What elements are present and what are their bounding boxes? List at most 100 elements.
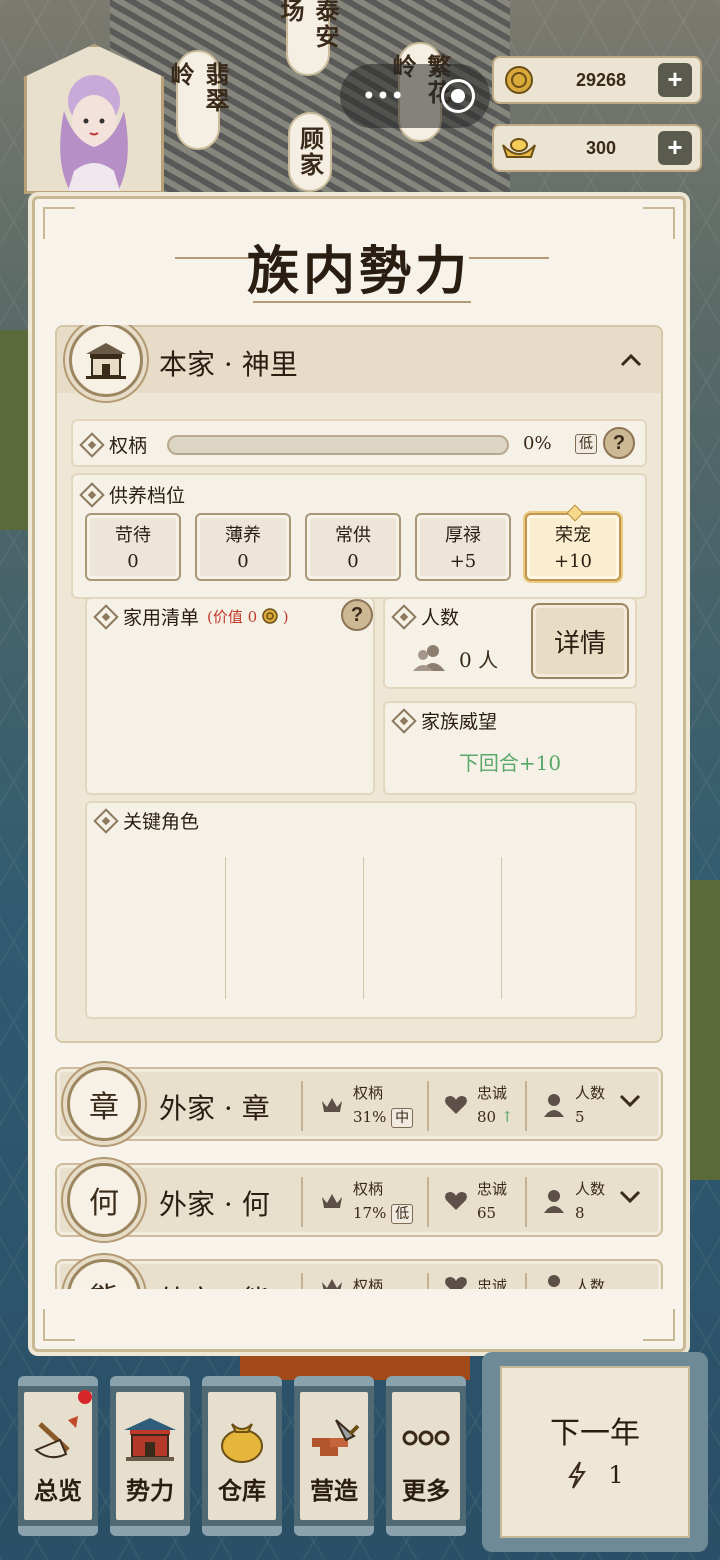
external-family-row[interactable]: 何 外家 · 何 权柄 17% 低 忠诚 65 人数 8	[55, 1163, 663, 1237]
external-family-row[interactable]: 章 外家 · 章 权柄 31% 中 忠诚 80 ↑ 人数 5	[55, 1067, 663, 1141]
coin-counter: 29268 +	[492, 56, 702, 104]
tier-button-favored[interactable]: 荣宠 +10	[525, 504, 621, 581]
loyalty-stat: 忠诚 80 ↑	[443, 1081, 513, 1129]
trowel-icon	[312, 1419, 360, 1456]
headcount-section: 人数 0 人 详情	[383, 597, 637, 689]
diamond-icon	[391, 707, 417, 734]
clan-power-panel: 族内勢力 本家 · 神里 权柄 0% 低 ? 供养档位 苛待 0 薄养 0 常供…	[32, 196, 686, 1352]
main-family-header[interactable]: 本家 · 神里	[57, 325, 661, 397]
tier-button-meager[interactable]: 薄养 0	[195, 513, 291, 581]
household-label-text: 家用清单	[123, 607, 200, 629]
diamond-icon	[79, 481, 105, 508]
nav-warehouse-label: 仓库	[218, 1476, 266, 1505]
power-help-button[interactable]: ?	[603, 427, 635, 459]
next-year-button[interactable]: 下一年 1	[482, 1352, 708, 1552]
next-year-scroll: 下一年 1	[500, 1366, 690, 1538]
panel-title: 族内勢力	[246, 241, 471, 302]
household-list-label: 家用清单 (价值 0 )	[93, 603, 289, 630]
power-level-badge: 低	[575, 433, 597, 454]
corner-ornament	[643, 1309, 675, 1341]
tier-button-harsh[interactable]: 苛待 0	[85, 513, 181, 581]
count-stat: 人数	[541, 1273, 605, 1289]
place-label-feicui[interactable]: 翡翠岭	[166, 50, 230, 150]
divider	[427, 1081, 429, 1131]
divider	[427, 1273, 429, 1289]
add-ingots-button[interactable]: +	[658, 131, 692, 165]
next-year-label: 下一年	[550, 1416, 640, 1451]
nav-more-inner: 更多	[392, 1392, 460, 1520]
chevron-up-icon[interactable]	[619, 345, 643, 375]
power-stat: 权柄 31% 中	[319, 1081, 414, 1129]
external-family-name: 外家 · 何	[159, 1188, 270, 1221]
portrait-icon	[60, 75, 128, 191]
prestige-label-text: 家族威望	[421, 711, 498, 733]
nav-build-label: 营造	[310, 1476, 358, 1505]
power-stat: 权柄 17% 低	[319, 1177, 414, 1225]
title-divider	[253, 301, 471, 303]
person-icon	[541, 1273, 567, 1289]
brush-icon	[34, 1416, 78, 1459]
prestige-section: 家族威望 下回合+10	[383, 701, 637, 795]
person-icon	[541, 1188, 567, 1214]
nav-build-button[interactable]: 营造	[294, 1376, 374, 1536]
chevron-down-icon[interactable]	[619, 1185, 641, 1210]
nav-warehouse-button[interactable]: 仓库	[202, 1376, 282, 1536]
nav-more-button[interactable]: 更多	[386, 1376, 466, 1536]
place-label-taian[interactable]: 泰安场	[276, 0, 340, 76]
count-stat: 人数 8	[541, 1177, 605, 1225]
add-coins-button[interactable]: +	[658, 63, 692, 97]
role-slot-divider	[363, 857, 364, 999]
support-tier-section: 供养档位 苛待 0 薄养 0 常供 0 厚禄 +5 荣宠 +10	[71, 473, 647, 599]
nav-power-button[interactable]: 势力	[110, 1376, 190, 1536]
external-family-name: 外家 · 熊	[159, 1279, 270, 1289]
count-stat: 人数 5	[541, 1081, 605, 1129]
power-percent: 0%	[523, 433, 552, 454]
household-list-section: 家用清单 (价值 0 ) ?	[85, 597, 375, 795]
more-icon	[402, 1430, 450, 1446]
ingot-icon	[494, 135, 544, 161]
headcount-value-group: 0 人	[413, 643, 498, 673]
heart-icon	[443, 1188, 469, 1214]
crown-icon	[319, 1092, 345, 1118]
divider	[301, 1273, 303, 1289]
family-emblem: 熊	[67, 1259, 141, 1289]
crown-icon	[319, 1273, 345, 1289]
key-roles-section: 关键角色	[85, 801, 637, 1019]
heart-icon	[443, 1092, 469, 1118]
tier-button-standard[interactable]: 常供 0	[305, 513, 401, 581]
family-emblem	[69, 325, 143, 397]
headcount-detail-button[interactable]: 详情	[531, 603, 629, 679]
tier-button-generous[interactable]: 厚禄 +5	[415, 513, 511, 581]
action-points: 1	[502, 1460, 688, 1490]
key-roles-label: 关键角色	[93, 807, 199, 834]
crown-icon	[319, 1188, 345, 1214]
main-family-name: 本家 · 神里	[159, 348, 298, 381]
ingot-counter: 300 +	[492, 124, 702, 172]
families-scroll-list[interactable]: 本家 · 神里 权柄 0% 低 ? 供养档位 苛待 0 薄养 0 常供 0 厚禄…	[55, 325, 663, 1289]
divider	[525, 1273, 527, 1289]
main-family-card: 本家 · 神里 权柄 0% 低 ? 供养档位 苛待 0 薄养 0 常供 0 厚禄…	[55, 325, 663, 1043]
mini-program-capsule: •••	[340, 64, 490, 128]
power-label-text: 权柄	[109, 435, 148, 457]
chevron-down-icon[interactable]	[619, 1089, 641, 1114]
action-points-value: 1	[608, 1461, 624, 1489]
record-button[interactable]	[441, 79, 475, 113]
household-value: (价值 0 )	[207, 608, 289, 626]
coin-amount: 29268	[575, 69, 627, 90]
diamond-icon	[391, 603, 417, 630]
household-help-button[interactable]: ?	[341, 599, 373, 631]
role-slot-divider	[225, 857, 226, 999]
diamond-icon	[79, 431, 105, 458]
external-family-name: 外家 · 章	[159, 1092, 270, 1125]
external-family-row[interactable]: 熊 外家 · 熊 权柄 忠诚 人数	[55, 1259, 663, 1289]
nav-overview-inner: 总览	[24, 1392, 92, 1520]
nav-power-inner: 势力	[116, 1392, 184, 1520]
divider	[525, 1177, 527, 1227]
headcount-label: 人数	[391, 603, 459, 630]
more-menu-button[interactable]: •••	[355, 82, 411, 110]
diamond-icon	[93, 603, 119, 630]
support-tier-label: 供养档位	[79, 481, 185, 508]
corner-ornament	[43, 1309, 75, 1341]
coin-icon	[494, 65, 544, 95]
place-label-gujia[interactable]: 顾家	[288, 112, 332, 192]
